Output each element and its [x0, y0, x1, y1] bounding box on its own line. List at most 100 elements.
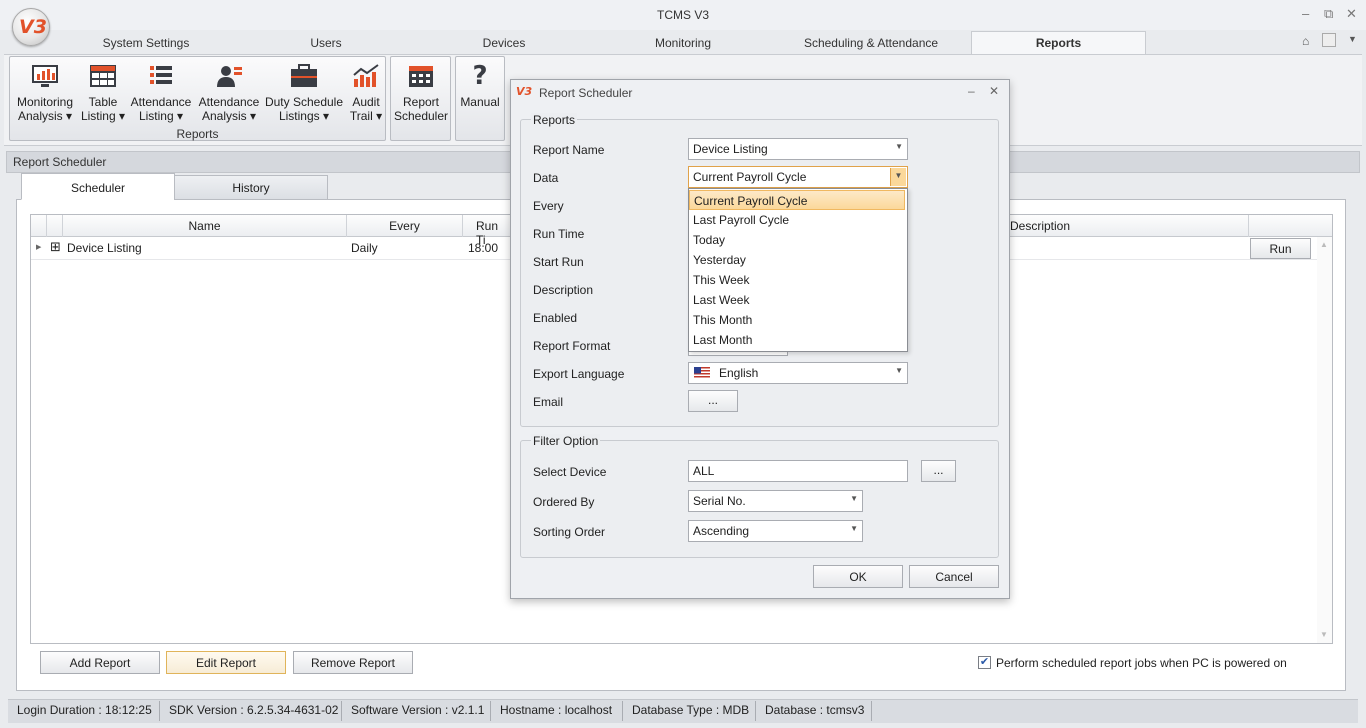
duty-schedule-listings-button[interactable]: Duty Schedule Listings ▾: [264, 63, 344, 123]
filter-legend: Filter Option: [531, 434, 601, 448]
perform-jobs-label: Perform scheduled report jobs when PC is…: [996, 656, 1287, 670]
scroll-up-icon[interactable]: ▲: [1320, 240, 1328, 249]
status-sdk-version: SDK Version : 6.2.5.34-4631-02: [169, 703, 339, 717]
row-pointer-icon: ▶: [36, 244, 42, 251]
monitoring-analysis-button[interactable]: Monitoring Analysis ▾: [12, 63, 78, 123]
expand-icon[interactable]: ⊞: [50, 239, 61, 255]
row-run-time: 18:00: [468, 241, 499, 255]
app-title: TCMS V3: [656, 8, 709, 22]
layout-icon[interactable]: [1322, 33, 1336, 47]
start-run-label: Start Run: [533, 255, 584, 269]
calendar-icon: [409, 66, 433, 87]
ordered-by-label: Ordered By: [533, 495, 595, 509]
edit-report-button[interactable]: Edit Report: [166, 651, 286, 674]
attendance-analysis-button[interactable]: Attendance Analysis ▾: [196, 63, 262, 123]
sorting-order-label: Sorting Order: [533, 525, 606, 539]
manual-button[interactable]: ? Manual: [456, 63, 504, 109]
list-icon: [150, 66, 172, 84]
status-divider: [341, 701, 342, 721]
report-name-label: Report Name: [533, 143, 605, 157]
column-name[interactable]: Name: [63, 215, 347, 237]
status-divider: [755, 701, 756, 721]
row-name: Device Listing: [67, 241, 142, 255]
tab-history[interactable]: History: [174, 175, 328, 200]
run-button[interactable]: Run: [1250, 238, 1311, 259]
ordered-by-select[interactable]: Serial No. ▼: [688, 490, 863, 512]
dialog-minimize-icon[interactable]: –: [968, 84, 975, 98]
grid-scrollbar[interactable]: [1317, 237, 1332, 643]
dropdown-option[interactable]: This Week: [689, 270, 905, 290]
dropdown-option[interactable]: Last Month: [689, 330, 905, 350]
dropdown-option[interactable]: Yesterday: [689, 250, 905, 270]
email-browse-button[interactable]: ...: [688, 390, 738, 412]
question-icon: ?: [472, 61, 488, 91]
attendance-listing-button[interactable]: Attendance Listing ▾: [128, 63, 194, 123]
dropdown-arrow-icon: ▼: [890, 168, 906, 186]
report-format-label: Report Format: [533, 339, 611, 353]
monitor-chart-icon: [32, 65, 58, 87]
ribbon-group-label: Reports: [176, 127, 219, 141]
app-logo[interactable]: V3: [12, 8, 50, 46]
user-chart-icon: [217, 66, 242, 87]
status-hostname: Hostname : localhost: [500, 703, 613, 717]
minimize-icon[interactable]: –: [1302, 6, 1309, 21]
export-language-select[interactable]: English ▼: [688, 362, 908, 384]
row-every: Daily: [351, 241, 378, 255]
tab-devices[interactable]: Devices: [418, 34, 590, 54]
table-icon: [90, 65, 116, 87]
sorting-order-select[interactable]: Ascending ▼: [688, 520, 863, 542]
dropdown-arrow-icon: ▼: [850, 494, 858, 503]
select-device-input[interactable]: ALL: [688, 460, 908, 482]
logo-text: V3: [19, 16, 47, 38]
every-label: Every: [533, 199, 564, 213]
add-report-button[interactable]: Add Report: [40, 651, 160, 674]
scroll-down-icon[interactable]: ▼: [1320, 630, 1328, 639]
close-icon[interactable]: ✕: [1346, 6, 1357, 22]
status-divider: [159, 701, 160, 721]
dropdown-option[interactable]: Current Payroll Cycle: [689, 190, 905, 210]
report-name-select[interactable]: Device Listing ▼: [688, 138, 908, 160]
reports-legend: Reports: [531, 113, 578, 127]
dropdown-option[interactable]: Today: [689, 230, 905, 250]
data-select[interactable]: Current Payroll Cycle ▼: [688, 166, 908, 188]
status-database-type: Database Type : MDB: [632, 703, 750, 717]
status-divider: [871, 701, 872, 721]
restore-icon[interactable]: ⧉: [1324, 6, 1333, 22]
select-device-browse-button[interactable]: ...: [921, 460, 956, 482]
perform-jobs-checkbox[interactable]: ✔: [978, 656, 991, 669]
cancel-button[interactable]: Cancel: [909, 565, 999, 588]
tab-reports[interactable]: Reports: [971, 31, 1146, 55]
table-listing-button[interactable]: Table Listing ▾: [79, 63, 127, 123]
column-description[interactable]: Description: [1010, 215, 1249, 237]
status-software-version: Software Version : v2.1.1: [351, 703, 485, 717]
remove-report-button[interactable]: Remove Report: [293, 651, 413, 674]
status-divider: [622, 701, 623, 721]
description-label: Description: [533, 283, 594, 297]
chevron-down-icon[interactable]: ▼: [1348, 34, 1357, 44]
report-scheduler-button[interactable]: Report Scheduler: [391, 63, 451, 123]
status-divider: [490, 701, 491, 721]
dropdown-option[interactable]: Last Payroll Cycle: [689, 210, 905, 230]
column-run-time[interactable]: Run Ti: [463, 215, 510, 247]
dropdown-option[interactable]: This Month: [689, 310, 905, 330]
ok-button[interactable]: OK: [813, 565, 903, 588]
email-label: Email: [533, 395, 564, 409]
briefcase-icon: [291, 64, 317, 87]
tab-scheduler[interactable]: Scheduler: [21, 173, 175, 200]
dialog-title: Report Scheduler: [539, 86, 633, 100]
tab-scheduling-attendance[interactable]: Scheduling & Attendance: [780, 34, 962, 54]
dropdown-arrow-icon: ▼: [895, 142, 903, 151]
column-action: [1249, 215, 1332, 237]
data-label: Data: [533, 171, 559, 185]
dropdown-option[interactable]: Last Week: [689, 290, 905, 310]
tab-monitoring[interactable]: Monitoring: [597, 34, 769, 54]
export-language-label: Export Language: [533, 367, 625, 381]
tab-system-settings[interactable]: System Settings: [60, 34, 232, 54]
collapse-ribbon-icon[interactable]: ⌂: [1302, 34, 1309, 48]
dialog-close-icon[interactable]: ✕: [989, 84, 999, 98]
column-every[interactable]: Every: [347, 215, 463, 237]
status-database: Database : tcmsv3: [765, 703, 865, 717]
audit-trail-button[interactable]: Audit Trail ▾: [346, 63, 386, 123]
tab-users[interactable]: Users: [240, 34, 412, 54]
audit-trail-icon: [353, 64, 379, 87]
